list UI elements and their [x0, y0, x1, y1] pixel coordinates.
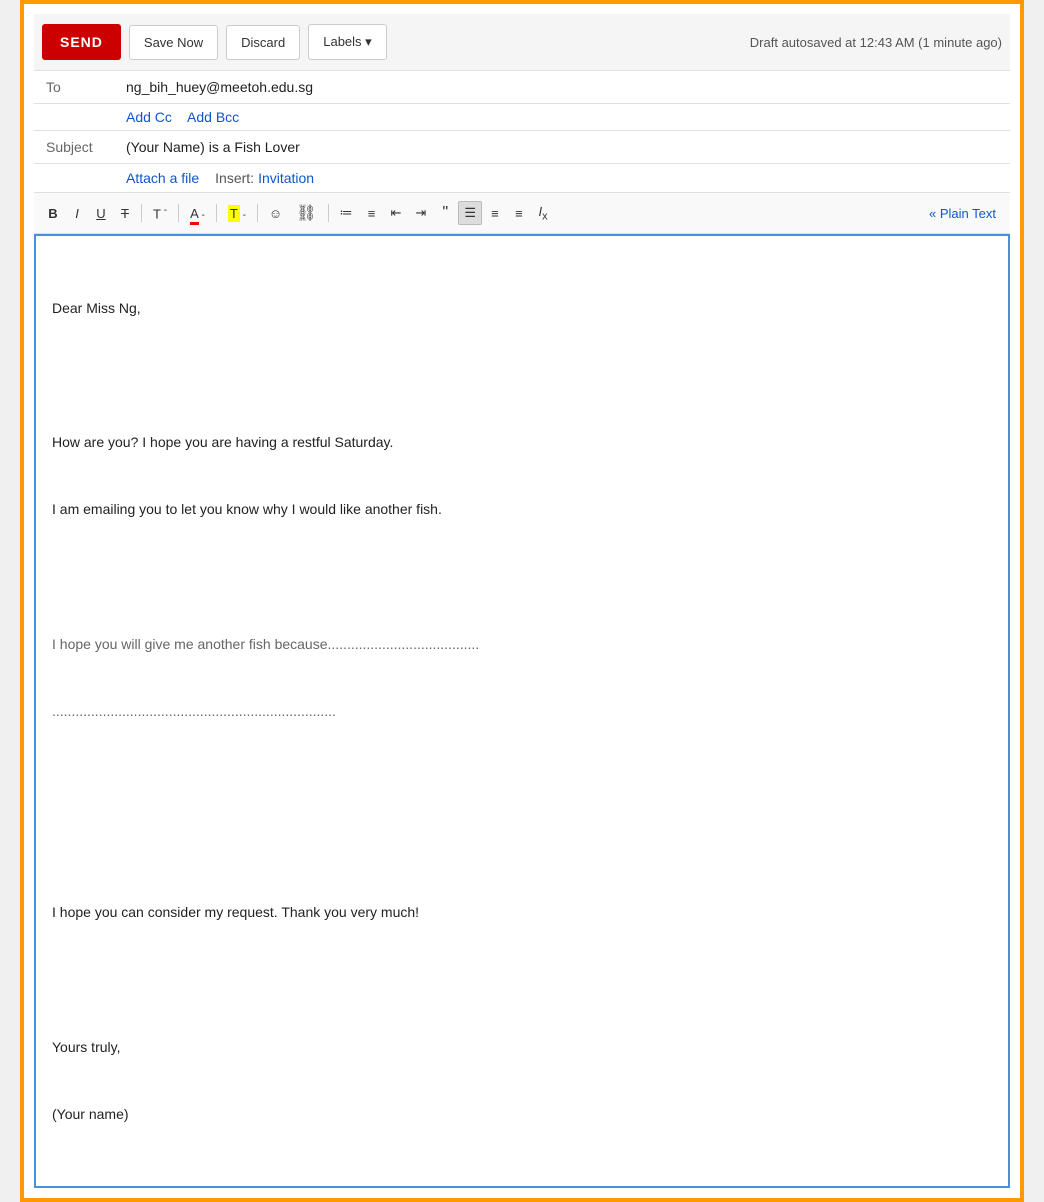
sep4	[257, 204, 258, 222]
numbered-list-button[interactable]: ≔	[334, 201, 359, 225]
subject-input[interactable]	[126, 139, 998, 155]
italic-button[interactable]: I	[66, 202, 88, 225]
subject-row: Subject	[34, 131, 1010, 164]
draft-status: Draft autosaved at 12:43 AM (1 minute ag…	[750, 35, 1002, 50]
bold-button[interactable]: B	[42, 202, 64, 225]
labels-button[interactable]: Labels ▾	[308, 24, 386, 60]
sep2	[178, 204, 179, 222]
indent-more-button[interactable]: ⇥	[409, 201, 432, 225]
body-line-4: I am emailing you to let you know why I …	[52, 498, 992, 520]
font-color-button[interactable]: A -	[184, 202, 211, 225]
add-bcc-link[interactable]: Add Bcc	[187, 109, 239, 125]
body-line-9	[52, 834, 992, 856]
attach-file-link[interactable]: Attach a file	[126, 170, 199, 186]
formatting-bar: B I U T T - A - T - ☺ ⛓ ≔ ≡ ⇤ ⇥ " ☰ ≡ ≡ …	[34, 193, 1010, 234]
subject-label: Subject	[46, 139, 126, 155]
bullet-list-button[interactable]: ≡	[361, 202, 383, 225]
email-composer-container: SEND Save Now Discard Labels ▾ Draft aut…	[20, 0, 1024, 1202]
body-line-7: ........................................…	[52, 700, 992, 722]
align-left-button[interactable]: ≡	[484, 202, 506, 225]
body-line-2	[52, 364, 992, 386]
align-center-button[interactable]: ☰	[458, 201, 482, 225]
body-line-6: I hope you will give me another fish bec…	[52, 633, 992, 655]
invitation-link[interactable]: Invitation	[258, 170, 314, 186]
email-body[interactable]: Dear Miss Ng, How are you? I hope you ar…	[34, 234, 1010, 1188]
body-line-3: How are you? I hope you are having a res…	[52, 431, 992, 453]
body-line-11	[52, 969, 992, 991]
add-cc-link[interactable]: Add Cc	[126, 109, 172, 125]
body-line-12: Yours truly,	[52, 1036, 992, 1058]
align-right-button[interactable]: ≡	[508, 202, 530, 225]
compose-area: To Add Cc Add Bcc Subject Attach a file …	[34, 71, 1010, 1188]
quote-button[interactable]: "	[434, 200, 456, 226]
body-line-8	[52, 767, 992, 789]
plain-text-button[interactable]: « Plain Text	[923, 203, 1002, 224]
body-line-5	[52, 565, 992, 587]
to-label: To	[46, 79, 126, 95]
text-bg-button[interactable]: T -	[222, 202, 252, 225]
underline-button[interactable]: U	[90, 202, 112, 225]
attach-row: Attach a file Insert: Invitation	[34, 164, 1010, 193]
cc-bcc-row: Add Cc Add Bcc	[34, 104, 1010, 131]
save-now-button[interactable]: Save Now	[129, 25, 218, 60]
body-line-13: (Your name)	[52, 1103, 992, 1125]
sep5	[328, 204, 329, 222]
link-button[interactable]: ⛓	[290, 199, 322, 227]
to-row: To	[34, 71, 1010, 104]
discard-button[interactable]: Discard	[226, 25, 300, 60]
sep1	[141, 204, 142, 222]
to-input[interactable]	[126, 79, 998, 95]
insert-label: Insert:	[215, 170, 254, 186]
indent-less-button[interactable]: ⇤	[385, 201, 408, 225]
clear-format-button[interactable]: Ix	[532, 200, 554, 227]
send-button[interactable]: SEND	[42, 24, 121, 60]
font-size-button[interactable]: T -	[147, 201, 173, 225]
strikethrough-button[interactable]: T	[114, 202, 136, 225]
body-line-10: I hope you can consider my request. Than…	[52, 901, 992, 923]
toolbar: SEND Save Now Discard Labels ▾ Draft aut…	[34, 14, 1010, 71]
sep3	[216, 204, 217, 222]
body-line-1: Dear Miss Ng,	[52, 297, 992, 319]
emoji-button[interactable]: ☺	[263, 202, 288, 225]
